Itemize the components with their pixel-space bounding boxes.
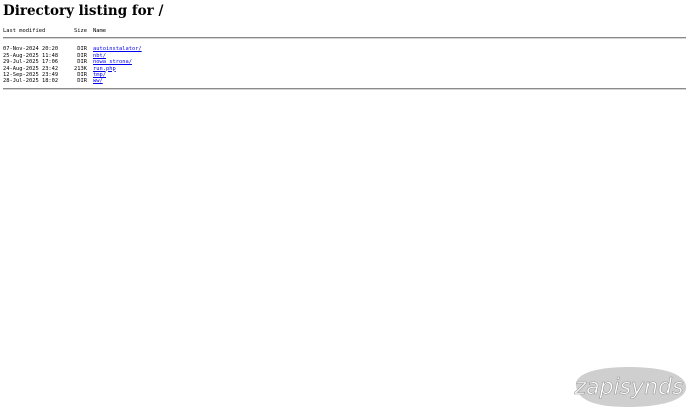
entry-size: DIR bbox=[77, 78, 87, 85]
entry-modified: 28-Jul-2025 18:02 bbox=[3, 78, 59, 85]
file-listing: Last modified Size Name 07-Nov-2024 20:2… bbox=[3, 28, 142, 85]
column-header-name: Name bbox=[93, 28, 106, 34]
directory-listing-page: Directory listing for / Last modified Si… bbox=[0, 0, 689, 417]
bottom-divider bbox=[3, 88, 686, 90]
listing-row: 28-Jul-2025 18:02 DIR ww/ bbox=[3, 78, 142, 84]
watermark-logo: zapisynds bbox=[573, 367, 687, 407]
entry-link-nowa-strona[interactable]: nowa_strona/ bbox=[93, 59, 132, 65]
column-header-size: Size bbox=[74, 28, 87, 34]
watermark-text: zapisynds bbox=[574, 375, 684, 400]
entry-link-autoinstalator[interactable]: autoinstalator/ bbox=[93, 46, 142, 52]
entry-link-run-php[interactable]: run.php bbox=[93, 66, 116, 72]
column-header-modified: Last modified bbox=[3, 28, 46, 34]
listing-header: Last modified Size Name bbox=[3, 28, 142, 34]
entry-link-nbt[interactable]: nbt/ bbox=[93, 53, 106, 59]
entry-link-tmp[interactable]: tmp/ bbox=[93, 72, 106, 78]
page-title: Directory listing for / bbox=[3, 3, 164, 19]
entry-link-ww[interactable]: ww/ bbox=[93, 78, 103, 84]
